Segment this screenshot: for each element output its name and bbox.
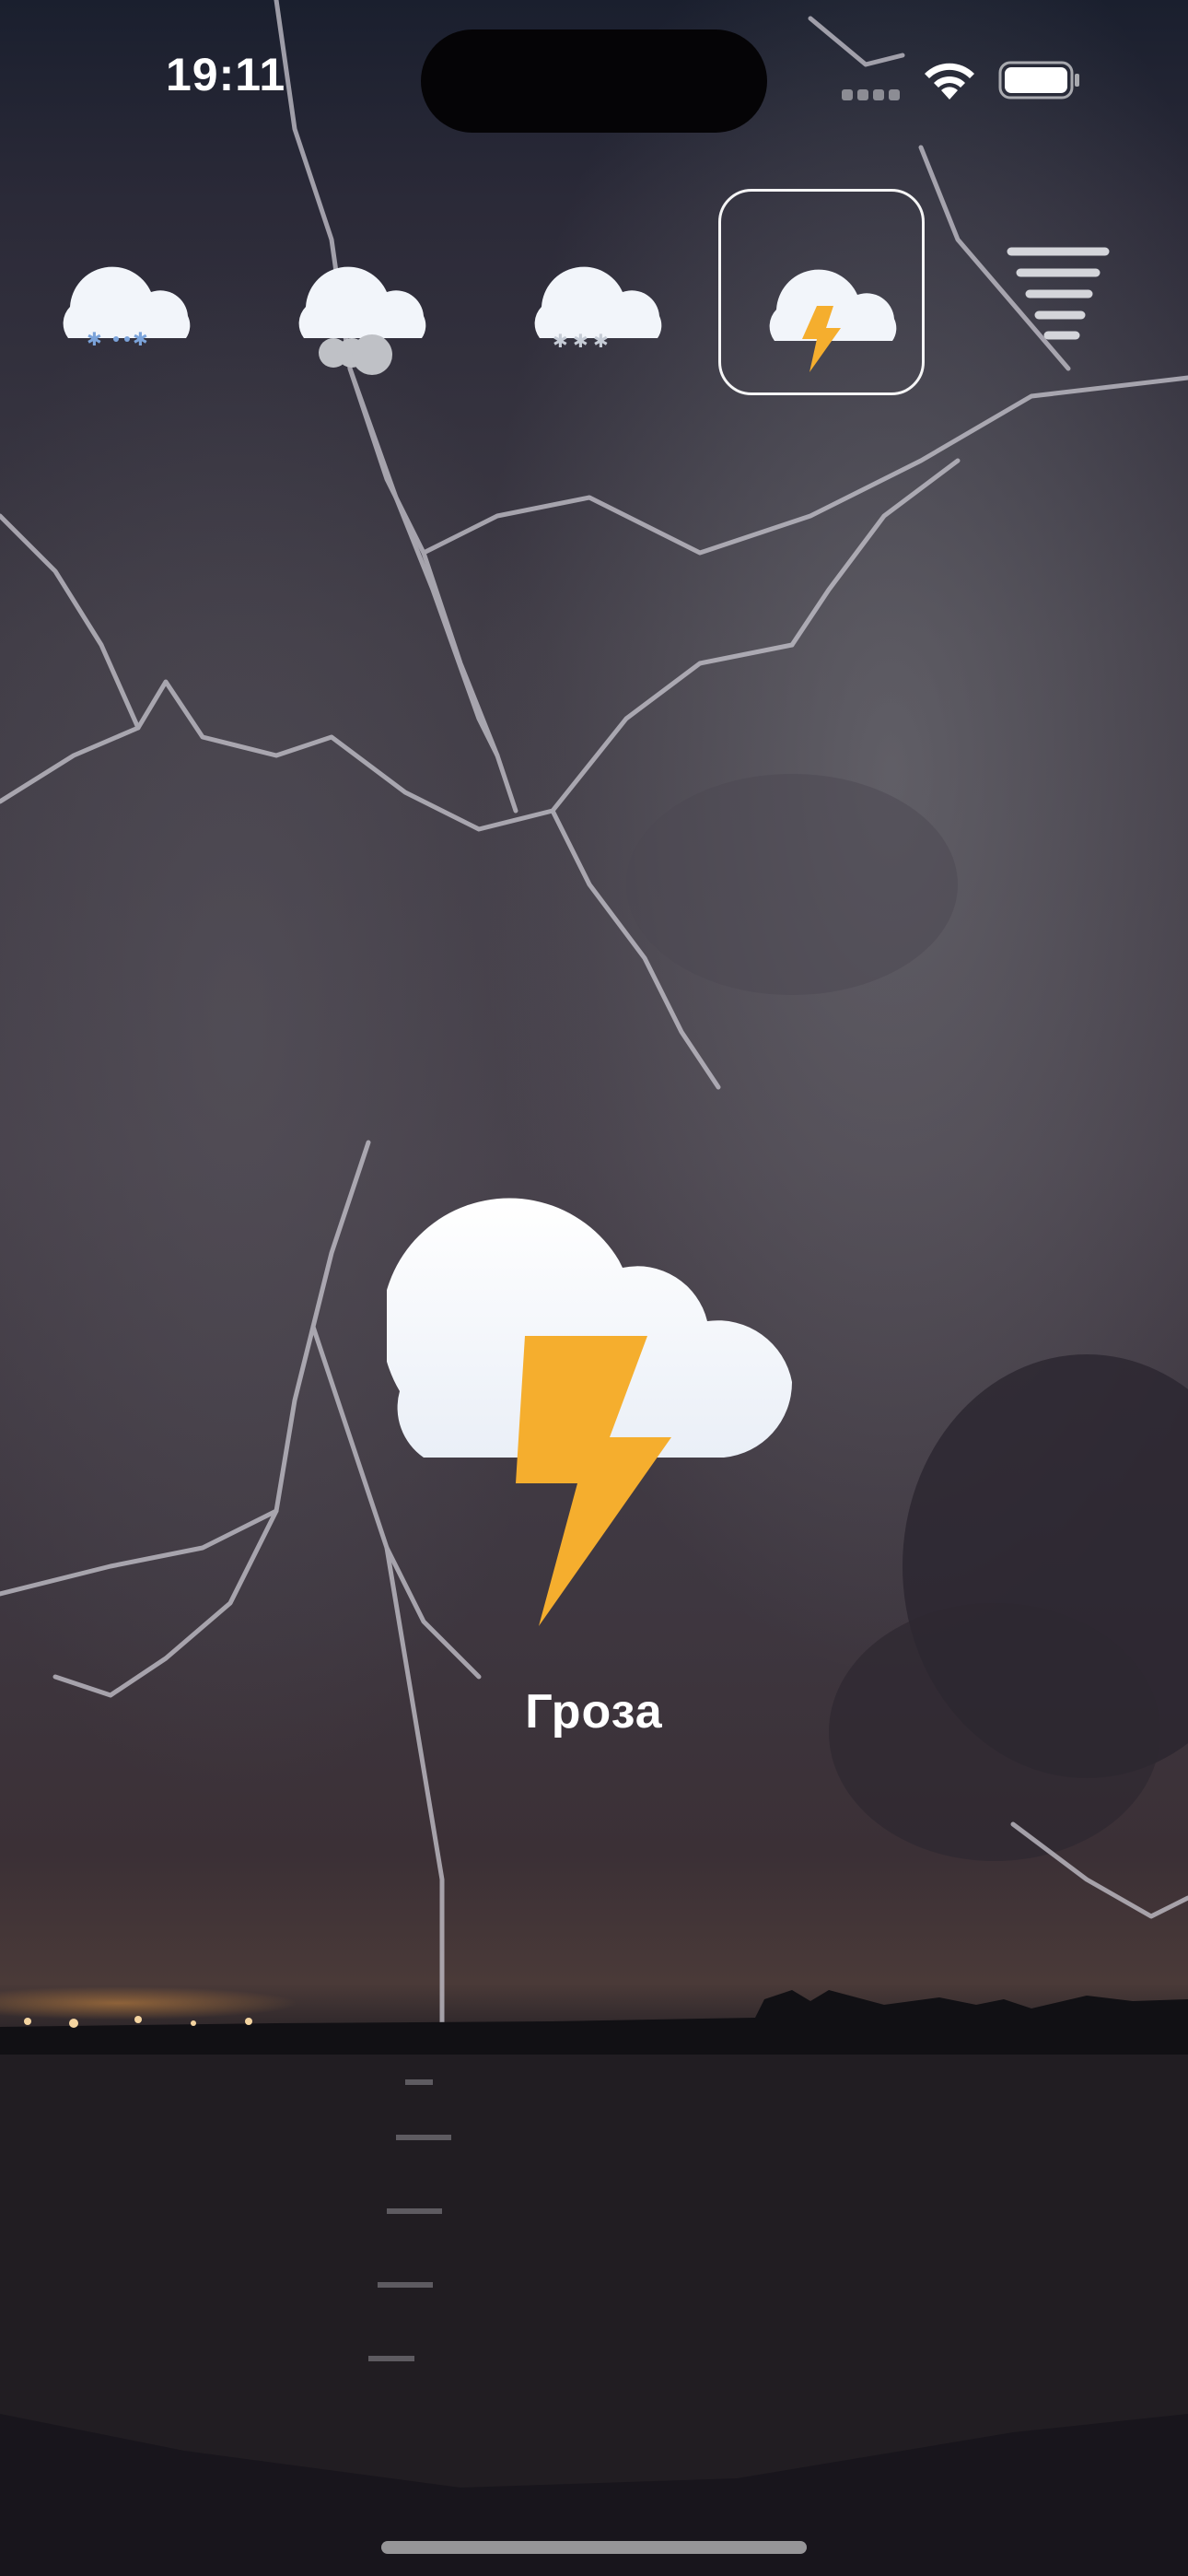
thunderstorm-cloud-icon [387,1198,793,1626]
tornado-icon [1007,247,1110,340]
hail-cloud-icon: ✱ ✱ ✱ [534,266,662,352]
svg-text:✱: ✱ [573,330,588,352]
svg-text:✱: ✱ [553,330,568,352]
svg-text:✱: ✱ [133,328,148,350]
selector-item-tornado[interactable] [952,189,1159,395]
battery-icon [998,61,1079,100]
svg-text:✱: ✱ [593,330,609,352]
status-bar-time: 19:11 [166,49,286,100]
fog-cloud-icon [298,266,426,375]
snow-cloud-icon: ✱ ✱ [63,266,191,350]
home-indicator[interactable] [381,2541,807,2554]
dynamic-island [421,29,767,133]
selector-item-thunderstorm[interactable] [718,189,925,395]
thunderstorm-cloud-icon [769,269,897,372]
svg-text:✱: ✱ [87,328,102,350]
selector-item-hail[interactable]: ✱ ✱ ✱ [495,189,702,395]
selector-item-snow[interactable]: ✱ ✱ [24,189,230,395]
weather-type-selector: ✱ ✱ ✱ ✱ ✱ [0,189,1188,401]
wifi-icon [925,63,974,100]
current-weather-label: Гроза [525,1685,663,1739]
cellular-signal-icon [842,88,906,101]
weather-screen: 19:11 ✱ ✱ ✱ ✱ ✱ Гроза [0,0,1188,2576]
selector-item-fog[interactable] [260,189,466,395]
